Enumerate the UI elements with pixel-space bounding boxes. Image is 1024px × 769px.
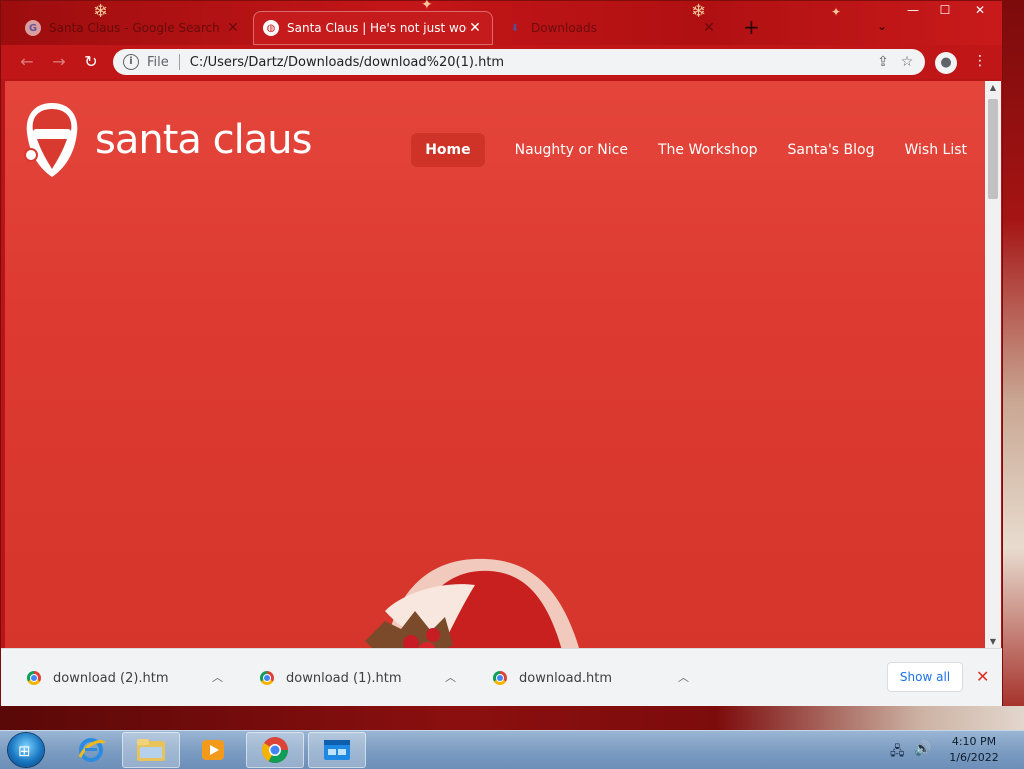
chrome-file-icon	[260, 671, 274, 685]
tab-strip: ❄ ✦ ❄ ✦ G Santa Claus - Google Search ✕ …	[1, 0, 1002, 45]
address-scheme: File	[147, 54, 169, 70]
show-all-button[interactable]: Show all	[887, 662, 963, 692]
close-tab-icon[interactable]: ✕	[701, 20, 717, 36]
chevron-up-icon[interactable]: ︿	[678, 669, 689, 685]
chrome-file-icon	[27, 671, 41, 685]
site-logo-text: santa claus	[95, 117, 312, 163]
windows-logo-icon: ⊞	[18, 742, 31, 760]
maximize-button[interactable]: ☐	[931, 1, 959, 19]
forward-button[interactable]: →	[49, 52, 69, 72]
santa-face-icon	[24, 103, 78, 177]
nav-the-workshop[interactable]: The Workshop	[658, 142, 758, 158]
desktop-wallpaper-strip	[0, 706, 1024, 730]
page-scrollbar[interactable]: ▲ ▼	[985, 81, 1001, 648]
tab-google-search[interactable]: G Santa Claus - Google Search ✕	[15, 11, 251, 45]
address-divider	[178, 54, 180, 70]
info-icon[interactable]: i	[123, 54, 139, 70]
profile-avatar-icon[interactable]: ●	[935, 52, 957, 74]
volume-icon[interactable]: 🔊	[914, 741, 931, 757]
nav-home[interactable]: Home	[411, 133, 485, 167]
chevron-up-icon[interactable]: ︿	[212, 669, 223, 685]
chevron-up-icon[interactable]: ︿	[445, 669, 456, 685]
bookmark-star-icon[interactable]: ☆	[895, 54, 919, 70]
tab-santa-claus[interactable]: ◍ Santa Claus | He's not just wood ✕	[253, 11, 493, 45]
browser-window: ❄ ✦ ❄ ✦ G Santa Claus - Google Search ✕ …	[0, 0, 1003, 706]
nav-wish-list[interactable]: Wish List	[904, 142, 967, 158]
scroll-up-icon[interactable]: ▲	[985, 83, 1001, 92]
system-clock[interactable]: 4:10 PM 1/6/2022	[942, 734, 1006, 766]
download-item[interactable]: download.htm	[493, 668, 612, 688]
close-window-button[interactable]: ✕	[963, 1, 997, 19]
reload-button[interactable]: ↻	[81, 52, 101, 72]
taskbar: ⊞ 🖧 🔊 4:10 PM 1/6/2022	[0, 730, 1024, 769]
close-tab-icon[interactable]: ✕	[467, 20, 483, 36]
share-icon[interactable]: ⇪	[871, 54, 895, 70]
tab-downloads[interactable]: ⬇ Downloads ✕	[497, 11, 727, 45]
back-button[interactable]: ←	[17, 52, 37, 72]
address-bar[interactable]: i File C:/Users/Dartz/Downloads/download…	[113, 49, 925, 75]
download-filename: download (2).htm	[53, 670, 169, 686]
download-item[interactable]: download (1).htm	[260, 668, 402, 688]
minimize-button[interactable]: —	[899, 1, 927, 19]
downloads-bar: download (2).htm ︿ download (1).htm ︿ do…	[1, 648, 1002, 706]
start-button[interactable]: ⊞	[8, 733, 44, 767]
network-icon[interactable]: 🖧	[890, 742, 905, 764]
scroll-down-icon[interactable]: ▼	[985, 637, 1001, 646]
web-page: santa claus Home Naughty or Nice The Wor…	[5, 81, 985, 648]
santa-hat-illustration	[365, 558, 579, 648]
site-navigation: Home Naughty or Nice The Workshop Santa'…	[411, 133, 967, 167]
tab-title: Downloads	[531, 21, 597, 35]
chrome-file-icon	[493, 671, 507, 685]
download-item[interactable]: download (2).htm	[27, 668, 169, 688]
browser-toolbar: ← → ↻ i File C:/Users/Dartz/Downloads/do…	[1, 45, 1002, 79]
browser-menu-icon[interactable]: ⋮	[973, 53, 987, 69]
nav-naughty-or-nice[interactable]: Naughty or Nice	[515, 142, 628, 158]
nav-santas-blog[interactable]: Santa's Blog	[788, 142, 875, 158]
new-tab-button[interactable]: +	[743, 15, 760, 39]
globe-icon: ◍	[263, 20, 279, 36]
tab-title: Santa Claus | He's not just wood	[287, 21, 467, 35]
tab-search-icon[interactable]: ⌄	[877, 19, 887, 33]
tab-title: Santa Claus - Google Search	[49, 21, 220, 35]
close-tab-icon[interactable]: ✕	[225, 20, 241, 36]
download-filename: download.htm	[519, 670, 612, 686]
google-icon: G	[25, 20, 41, 36]
clock-time: 4:10 PM	[951, 735, 997, 748]
scrollbar-thumb[interactable]	[988, 99, 998, 199]
site-logo[interactable]: santa claus	[21, 99, 312, 181]
download-filename: download (1).htm	[286, 670, 402, 686]
internet-explorer-icon[interactable]	[62, 732, 120, 768]
desktop-wallpaper	[1003, 0, 1024, 730]
clock-date: 1/6/2022	[949, 751, 999, 764]
download-icon: ⬇	[510, 22, 520, 34]
media-player-icon[interactable]	[184, 732, 242, 768]
sparkle-decoration: ✦	[831, 5, 842, 19]
chrome-icon[interactable]	[246, 732, 304, 768]
window-app-icon[interactable]	[308, 732, 366, 768]
close-downloads-icon[interactable]: ✕	[976, 667, 989, 686]
file-explorer-icon[interactable]	[122, 732, 180, 768]
address-url[interactable]: C:/Users/Dartz/Downloads/download%20(1).…	[190, 55, 871, 70]
